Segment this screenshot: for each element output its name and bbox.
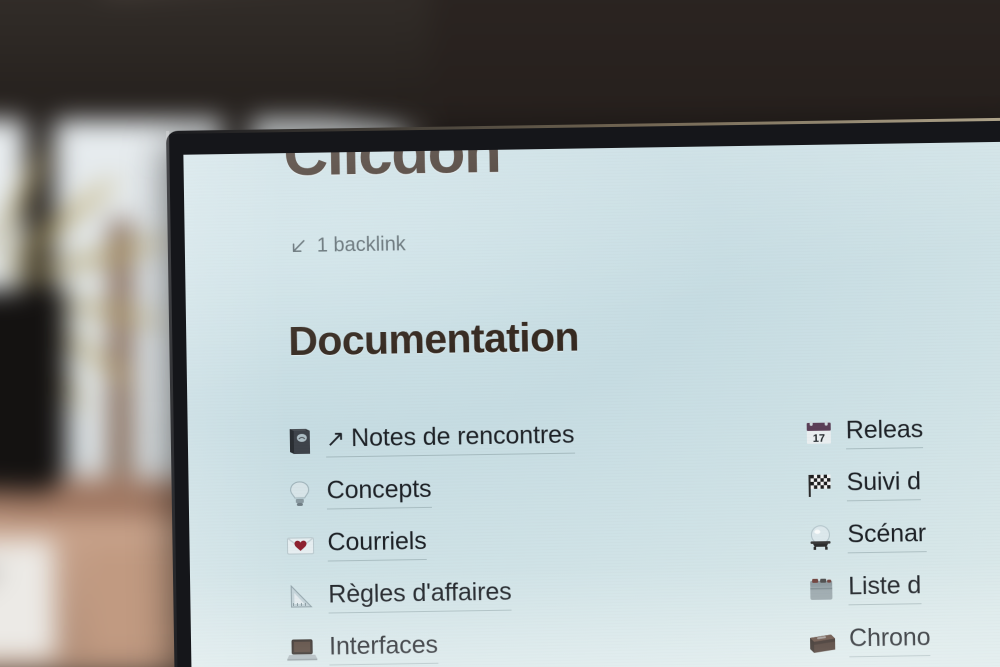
- link-underline[interactable]: Interfaces: [328, 630, 439, 665]
- link-underline[interactable]: Courriels: [327, 526, 427, 562]
- list-item-label: Notes de rencontres: [350, 420, 575, 452]
- light-bulb-icon: [284, 478, 314, 508]
- list-item-label: Liste d: [848, 570, 922, 600]
- svg-text:17: 17: [813, 433, 825, 445]
- notebook-icon: [284, 426, 314, 456]
- list-item-label: Concepts: [326, 474, 432, 505]
- monitor: Clicdoh 1 backlink Documentation ↗ Notes…: [166, 117, 1000, 667]
- triangular-ruler-icon: [286, 582, 316, 612]
- love-letter-icon: [285, 530, 315, 560]
- photo-scene: Clicdoh 1 backlink Documentation ↗ Notes…: [0, 0, 1000, 667]
- link-underline[interactable]: Concepts: [326, 474, 432, 510]
- list-item[interactable]: ↗ Notes de rencontres: [283, 407, 804, 467]
- list-item[interactable]: Chrono: [807, 611, 1000, 667]
- list-item-label: Suivi d: [846, 466, 922, 496]
- link-underline[interactable]: ↗ Notes de rencontres: [325, 420, 575, 458]
- paper-stack-left: [0, 539, 57, 661]
- list-item[interactable]: Scénar: [805, 507, 1000, 563]
- link-columns: ↗ Notes de rencontres Concepts Courriels…: [283, 403, 1000, 667]
- list-item-label: Scénar: [847, 518, 927, 548]
- monitor-screen: Clicdoh 1 backlink Documentation ↗ Notes…: [183, 141, 1000, 667]
- page-title: Clicdoh: [282, 141, 501, 190]
- list-item[interactable]: Courriels: [285, 511, 806, 571]
- chequered-flag-icon: [804, 470, 834, 500]
- arrow-down-left-icon: [289, 237, 308, 256]
- list-item-label: Interfaces: [328, 630, 439, 660]
- crystal-ball-icon: [805, 522, 835, 552]
- list-item-label: Courriels: [327, 526, 427, 557]
- calendar-icon: 17: [804, 418, 834, 448]
- link-underline[interactable]: Règles d'affaires: [328, 577, 512, 614]
- link-underline[interactable]: Liste d: [848, 570, 922, 605]
- backlink-label: 1 backlink: [316, 233, 406, 257]
- link-column-left: ↗ Notes de rencontres Concepts Courriels…: [283, 407, 807, 667]
- list-item[interactable]: Concepts: [284, 459, 805, 519]
- list-item-label: Releas: [845, 414, 924, 444]
- list-item[interactable]: Règles d'affaires: [286, 563, 807, 623]
- list-item[interactable]: Interfaces: [287, 615, 808, 667]
- plant-pot: [0, 287, 67, 493]
- link-underline[interactable]: Releas: [845, 414, 924, 449]
- list-item-label: Chrono: [848, 622, 931, 652]
- backlink[interactable]: 1 backlink: [289, 233, 406, 258]
- link-underline[interactable]: Chrono: [848, 622, 931, 657]
- link-column-right: 17 Releas Suivi d Scénar Liste d Chrono: [803, 403, 1000, 667]
- wiki-page: Clicdoh 1 backlink Documentation ↗ Notes…: [183, 141, 1000, 667]
- laptop-icon: [287, 634, 318, 664]
- link-underline[interactable]: Suivi d: [846, 466, 922, 501]
- external-link-arrow-icon: ↗: [325, 424, 346, 452]
- list-item[interactable]: Suivi d: [804, 455, 1000, 511]
- list-item[interactable]: 17 Releas: [803, 403, 1000, 459]
- link-underline[interactable]: Scénar: [847, 518, 927, 553]
- list-item-label: Règles d'affaires: [328, 577, 512, 609]
- section-heading: Documentation: [287, 313, 580, 365]
- list-item[interactable]: Liste d: [806, 559, 1000, 615]
- toolbox-icon: [806, 574, 836, 604]
- card-file-box-icon: [807, 626, 837, 656]
